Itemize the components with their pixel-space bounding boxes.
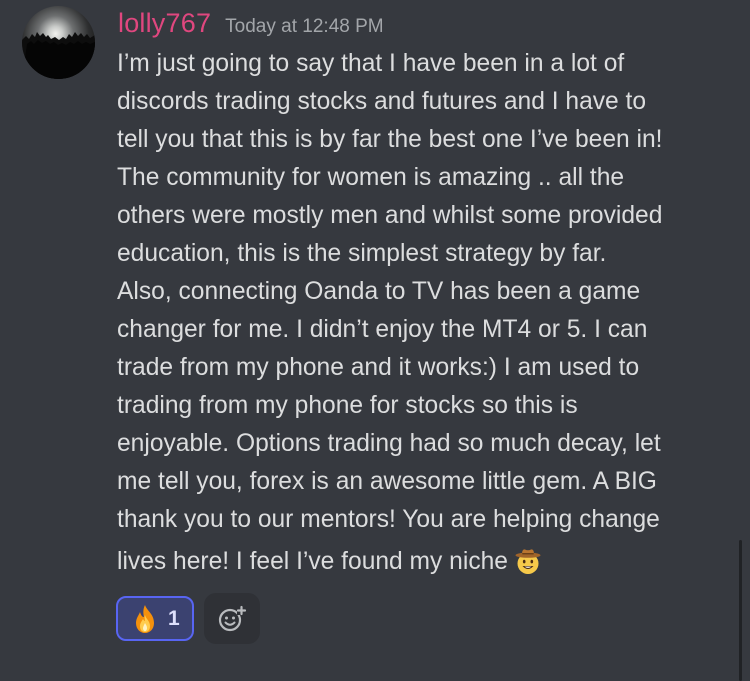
scrollbar[interactable] xyxy=(739,540,742,681)
reactions-bar: 1 xyxy=(116,593,260,644)
reaction-count: 1 xyxy=(168,606,180,630)
add-reaction-button[interactable] xyxy=(204,593,260,644)
message-line: The community for women is amazing .. al… xyxy=(117,164,625,191)
reaction-fire[interactable]: 1 xyxy=(116,596,194,641)
message-line: changer for me. I didn’t enjoy the MT4 o… xyxy=(117,316,648,343)
message-line-last: lives here! I feel I’ve found my niche xyxy=(117,543,742,581)
cowboy-hat-face-emoji xyxy=(515,549,541,574)
message-line: enjoyable. Options trading had so much d… xyxy=(117,430,661,457)
timestamp[interactable]: Today at 12:48 PM xyxy=(225,16,383,38)
message-line: discords trading stocks and futures and … xyxy=(117,88,647,115)
username[interactable]: lolly767 xyxy=(118,8,211,39)
avatar[interactable] xyxy=(22,6,95,79)
message-line: others were mostly men and whilst some p… xyxy=(117,202,663,229)
message-line: lives here! I feel I’ve found my niche xyxy=(117,548,508,575)
message-line: trade from my phone and it works:) I am … xyxy=(117,354,640,381)
add-reaction-icon xyxy=(218,605,247,631)
message-line: tell you that this is by far the best on… xyxy=(117,126,663,153)
message-content: I’m just going to say that I have been i… xyxy=(117,45,742,581)
message-header: lolly767 Today at 12:48 PM xyxy=(118,8,384,44)
message-line: Also, connecting Oanda to TV has been a … xyxy=(117,278,641,305)
fire-emoji xyxy=(136,604,154,633)
chat-message: lolly767 Today at 12:48 PM I’m just goin… xyxy=(0,0,750,681)
avatar-image xyxy=(22,32,95,79)
message-line: me tell you, forex is an awesome little … xyxy=(117,468,657,495)
message-line: education, this is the simplest strategy… xyxy=(117,240,607,267)
message-line: trading from my phone for stocks so this… xyxy=(117,392,578,419)
message-line: thank you to our mentors! You are helpin… xyxy=(117,506,660,533)
message-line: I’m just going to say that I have been i… xyxy=(117,50,625,77)
